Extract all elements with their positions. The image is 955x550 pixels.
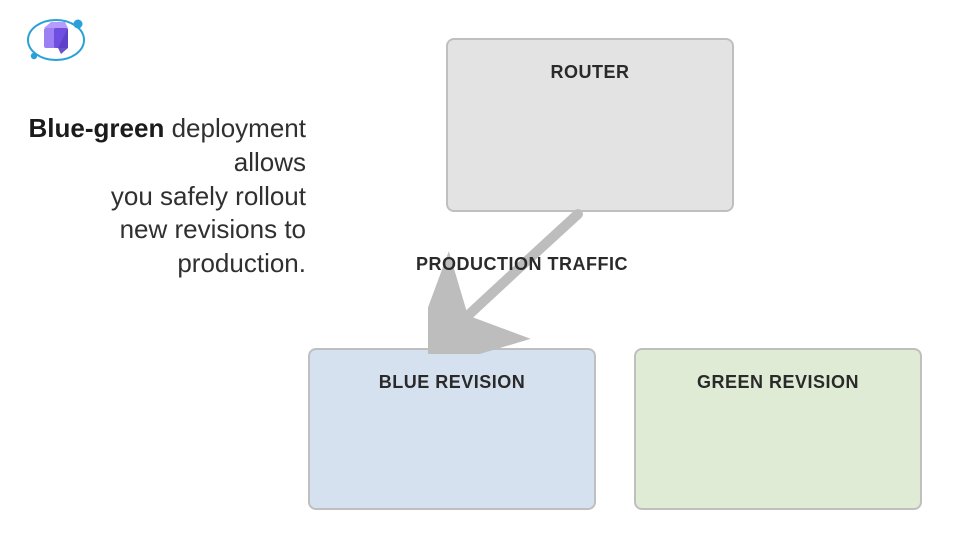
description-text: Blue-green deployment allows you safely … — [18, 112, 306, 281]
description-line1: deployment allows — [164, 113, 306, 177]
router-box: ROUTER — [446, 38, 734, 212]
diagram-canvas: Blue-green deployment allows you safely … — [0, 0, 955, 550]
description-strong: Blue-green — [29, 113, 165, 143]
description-line4: production. — [177, 248, 306, 278]
production-traffic-label: PRODUCTION TRAFFIC — [402, 254, 642, 275]
blue-revision-label: BLUE REVISION — [379, 372, 526, 392]
traffic-label-text: PRODUCTION TRAFFIC — [416, 254, 628, 274]
router-label: ROUTER — [551, 62, 630, 82]
description-line3: new revisions to — [120, 214, 306, 244]
description-line2: you safely rollout — [111, 181, 306, 211]
blue-revision-box: BLUE REVISION — [308, 348, 596, 510]
traffic-arrow-icon — [428, 208, 608, 354]
green-revision-box: GREEN REVISION — [634, 348, 922, 510]
green-revision-label: GREEN REVISION — [697, 372, 859, 392]
product-icon — [24, 14, 88, 66]
